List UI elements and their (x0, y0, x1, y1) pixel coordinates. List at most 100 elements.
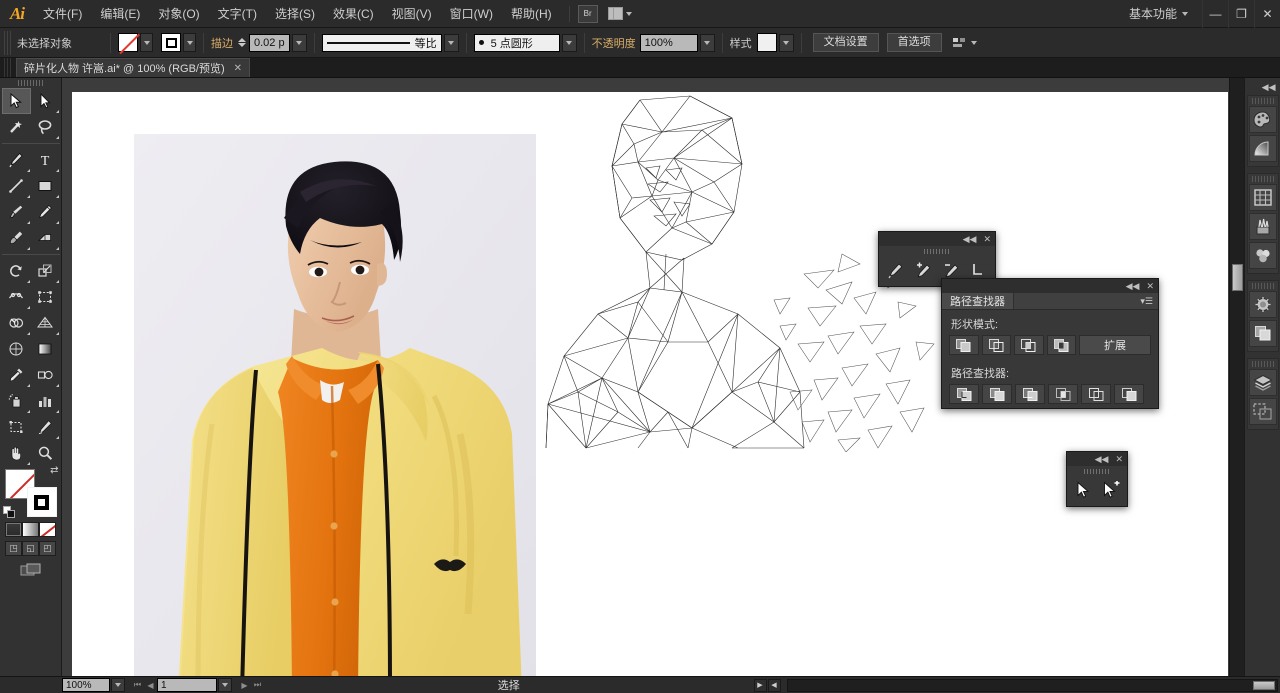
stroke-profile-select[interactable]: 等比 (321, 33, 442, 52)
pf-outline-button[interactable] (1081, 384, 1111, 404)
gradient-panel-icon[interactable] (1248, 135, 1277, 162)
artboard[interactable]: ◀◀ ✕ ◀◀ ✕ 路径查找器 ▾☰ 形状模式: 扩展 路径查找器: ◀◀ ✕ (72, 92, 1228, 676)
pf-crop-button[interactable] (1048, 384, 1078, 404)
pf-intersect-button[interactable] (1014, 335, 1044, 355)
none-mode-button[interactable] (39, 522, 56, 537)
style-dropdown[interactable] (778, 33, 794, 52)
zoom-tool[interactable] (31, 440, 60, 466)
opacity-dropdown[interactable] (699, 33, 715, 52)
close-icon[interactable]: ✕ (983, 234, 991, 245)
panel-title-bar[interactable]: ◀◀ ✕ (942, 279, 1158, 293)
add-anchor-point-tool[interactable] (909, 257, 937, 283)
maximize-button[interactable]: ❐ (1228, 0, 1254, 28)
pf-exclude-button[interactable] (1046, 335, 1076, 355)
arrange-documents-button[interactable] (607, 7, 632, 20)
scroll-right-button[interactable]: ▶ (753, 678, 767, 692)
layers-panel-icon[interactable] (1248, 369, 1277, 396)
panel-title-bar[interactable]: ◀◀ ✕ (1067, 452, 1127, 466)
workspace-switcher[interactable]: 基本功能 (1121, 5, 1196, 22)
artboard-tool[interactable] (2, 414, 31, 440)
close-icon[interactable]: ✕ (234, 63, 242, 74)
photo-image[interactable] (134, 134, 536, 676)
document-tab[interactable]: 碎片化人物 许嵩.ai* @ 100% (RGB/预览) ✕ (16, 58, 251, 77)
pf-trim-button[interactable] (982, 384, 1012, 404)
vertical-scrollbar[interactable] (1229, 78, 1244, 676)
zoom-level-dropdown[interactable] (111, 678, 125, 692)
dock-group-grip[interactable] (1251, 361, 1274, 367)
next-artboard-button[interactable]: ▶ (238, 678, 251, 692)
fill-stroke-proxy[interactable]: ⇄ (2, 465, 59, 518)
blob-brush-tool[interactable] (2, 225, 31, 251)
gradient-mode-button[interactable] (22, 522, 39, 537)
stroke-profile-dropdown[interactable] (443, 33, 459, 52)
panel-menu-icon[interactable]: ▾☰ (1135, 293, 1158, 309)
brush-definition-select[interactable]: 5 点圆形 (473, 33, 560, 52)
collapse-icon[interactable]: ◀◀ (1126, 281, 1140, 292)
menu-object[interactable]: 对象(O) (149, 0, 208, 28)
artboards-panel-icon[interactable] (1248, 398, 1277, 425)
stroke-weight-label[interactable]: 描边 (211, 35, 233, 51)
slice-tool[interactable] (31, 414, 60, 440)
mesh-tool[interactable] (2, 336, 31, 362)
dock-group-grip[interactable] (1251, 283, 1274, 289)
stroke-swatch-group[interactable] (161, 33, 196, 52)
stroke-color-swatch[interactable] (26, 487, 57, 517)
transform-panel-icon[interactable] (1248, 184, 1277, 211)
close-icon[interactable]: ✕ (1115, 454, 1123, 465)
minimize-button[interactable]: — (1202, 0, 1228, 28)
collapse-icon[interactable]: ◀◀ (1095, 454, 1109, 465)
perspective-grid-tool[interactable] (31, 310, 60, 336)
rectangle-tool[interactable] (31, 173, 60, 199)
panel-title-bar[interactable]: ◀◀ ✕ (879, 232, 995, 246)
pathfinder-panel[interactable]: ◀◀ ✕ 路径查找器 ▾☰ 形状模式: 扩展 路径查找器: (941, 278, 1159, 409)
pf-minus-front-button[interactable] (981, 335, 1011, 355)
eyedropper-tool[interactable] (2, 362, 31, 388)
selection-tool[interactable] (1, 88, 31, 114)
pf-unite-button[interactable] (949, 335, 979, 355)
stroke-weight-input[interactable]: 0.02 p (249, 33, 290, 52)
tab-bar-grip[interactable] (4, 58, 12, 77)
symbols-panel-icon[interactable] (1248, 242, 1277, 269)
magic-wand-tool[interactable] (2, 114, 31, 140)
color-panel-icon[interactable] (1248, 106, 1277, 133)
control-bar-grip[interactable] (4, 30, 11, 55)
menu-edit[interactable]: 编辑(E) (91, 0, 149, 28)
draw-behind-button[interactable]: ◱ (22, 541, 39, 556)
panel-grip[interactable] (879, 246, 995, 256)
graphic-styles-panel-icon[interactable] (1248, 320, 1277, 347)
scale-tool[interactable] (31, 258, 60, 284)
fill-dropdown-button[interactable] (140, 33, 153, 52)
fill-swatch-group[interactable] (118, 33, 153, 52)
menu-effect[interactable]: 效果(C) (324, 0, 383, 28)
stroke-dropdown-button[interactable] (183, 33, 196, 52)
menu-select[interactable]: 选择(S) (266, 0, 324, 28)
menu-view[interactable]: 视图(V) (383, 0, 441, 28)
menu-window[interactable]: 窗口(W) (441, 0, 502, 28)
last-artboard-button[interactable]: ⏭ (251, 678, 264, 692)
pen-tool[interactable] (2, 147, 31, 173)
brushes-panel-icon[interactable] (1248, 213, 1277, 240)
dock-collapse-button[interactable]: ◀◀ (1246, 80, 1280, 95)
appearance-panel-icon[interactable] (1248, 291, 1277, 318)
artboard-dropdown[interactable] (218, 678, 232, 692)
paintbrush-tool[interactable] (2, 199, 31, 225)
close-icon[interactable]: ✕ (1146, 281, 1154, 292)
selection-tool[interactable] (1069, 477, 1097, 503)
dock-group-grip[interactable] (1251, 98, 1274, 104)
pf-minus-back-button[interactable] (1114, 384, 1144, 404)
horizontal-scrollbar[interactable] (786, 678, 1278, 692)
menu-file[interactable]: 文件(F) (34, 0, 91, 28)
stroke-weight-stepper[interactable] (238, 38, 246, 47)
vertical-scrollbar-thumb[interactable] (1232, 264, 1243, 291)
prev-artboard-button[interactable]: ◀ (144, 678, 157, 692)
opacity-label[interactable]: 不透明度 (592, 35, 636, 51)
gradient-tool[interactable] (31, 336, 60, 362)
opacity-input[interactable]: 100% (639, 33, 698, 52)
direct-selection-tool[interactable] (31, 88, 60, 114)
pen-tool[interactable] (881, 257, 909, 283)
lasso-tool[interactable] (31, 114, 60, 140)
dock-group-grip[interactable] (1251, 176, 1274, 182)
eraser-tool[interactable] (31, 225, 60, 251)
fill-swatch[interactable] (118, 33, 138, 52)
brush-dropdown[interactable] (561, 33, 577, 52)
